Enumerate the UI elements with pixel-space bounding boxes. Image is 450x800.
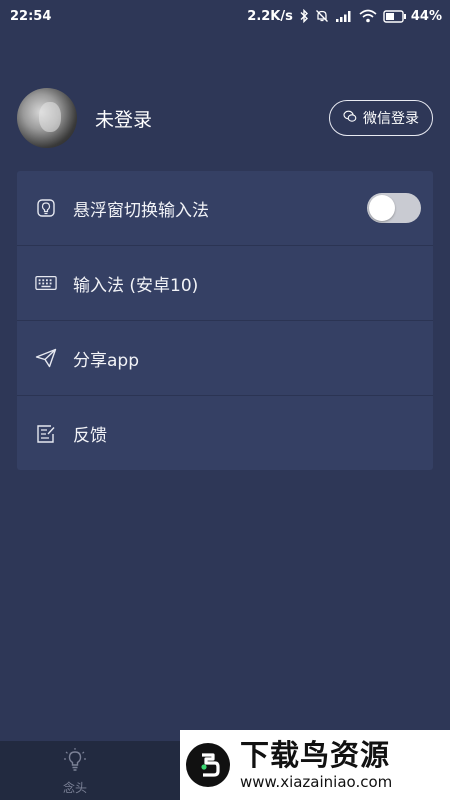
status-icons: 2.2K/s 44% (247, 9, 442, 24)
menu-item-share[interactable]: 分享app (17, 321, 433, 396)
wechat-login-button[interactable]: 微信登录 (329, 100, 433, 136)
mute-icon (315, 9, 329, 23)
floating-window-toggle[interactable] (367, 193, 421, 223)
status-bar: 22:54 2.2K/s 44% (0, 0, 450, 32)
status-time: 22:54 (10, 8, 52, 24)
profile-section: 未登录 微信登录 (17, 88, 433, 148)
menu-item-label: 分享app (73, 350, 139, 371)
wechat-icon (343, 110, 357, 127)
feedback-icon (35, 423, 57, 445)
menu-item-label: 悬浮窗切换输入法 (73, 200, 209, 221)
bird-logo-icon (186, 743, 230, 787)
wechat-login-label: 微信登录 (363, 111, 419, 127)
watermark-banner: 下载鸟资源 www.xiazainiao.com (180, 730, 450, 800)
profile-name[interactable]: 未登录 (95, 105, 152, 132)
keyboard-icon (35, 272, 57, 294)
battery-icon (383, 9, 406, 23)
tab-thought[interactable]: 念头 (52, 747, 98, 797)
toggle-knob (369, 195, 395, 221)
wifi-icon (359, 9, 377, 23)
bluetooth-icon (299, 9, 309, 23)
tab-label: 念头 (62, 781, 87, 795)
menu-item-floating-window[interactable]: 悬浮窗切换输入法 (17, 171, 433, 246)
battery-indicator: 44% (383, 9, 442, 24)
send-icon (35, 347, 57, 369)
avatar[interactable] (17, 88, 77, 148)
bulb-icon (35, 197, 57, 219)
settings-menu: 悬浮窗切换输入法 输入法 (安卓10) 分享app 反馈 (17, 171, 433, 470)
battery-percent: 44% (410, 8, 442, 24)
signal-icon (335, 10, 353, 23)
menu-item-label: 反馈 (73, 426, 107, 446)
watermark-title: 下载鸟资源 (240, 738, 391, 772)
status-net-speed: 2.2K/s (247, 8, 293, 24)
watermark-url: www.xiazainiao.com (240, 773, 393, 791)
menu-item-feedback[interactable]: 反馈 (17, 396, 433, 471)
menu-item-label: 输入法 (安卓10) (73, 275, 199, 296)
menu-item-input-method[interactable]: 输入法 (安卓10) (17, 246, 433, 321)
watermark-text: 下载鸟资源 www.xiazainiao.com (240, 739, 392, 791)
bulb-icon (62, 747, 88, 777)
